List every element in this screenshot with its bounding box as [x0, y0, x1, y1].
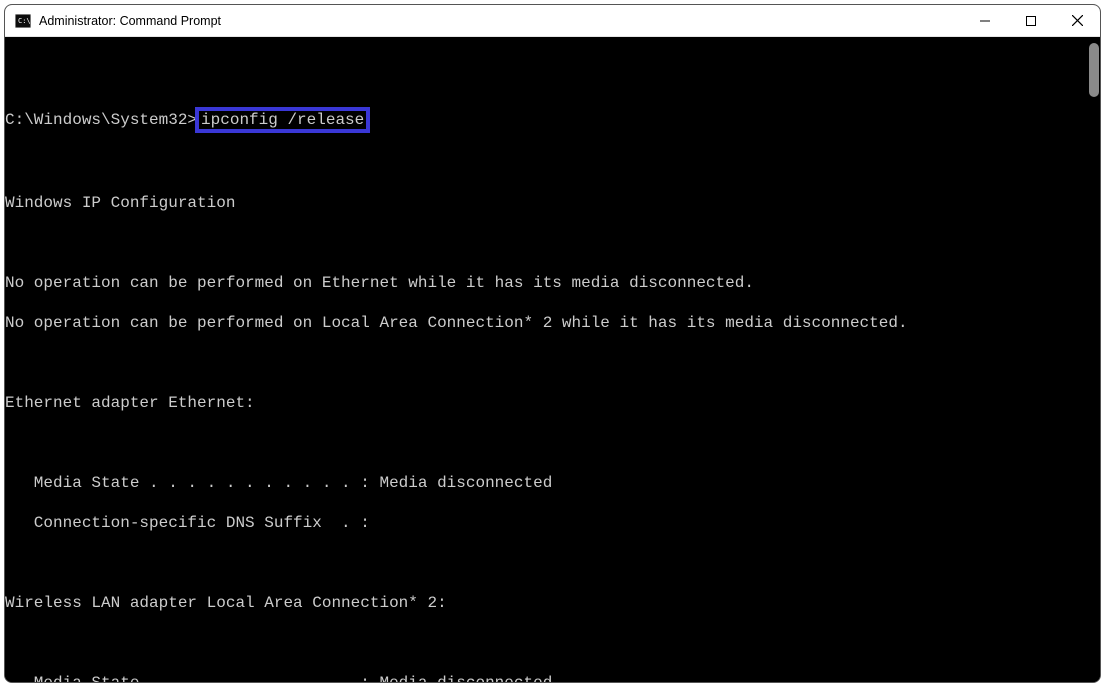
svg-text:C:\: C:\ [18, 17, 31, 25]
output-header: Windows IP Configuration [5, 193, 1088, 213]
output-noop-1: No operation can be performed on Etherne… [5, 273, 1088, 293]
blank-line [5, 67, 1088, 87]
blank-line [5, 353, 1088, 373]
blank-line [5, 633, 1088, 653]
scrollbar[interactable] [1088, 37, 1100, 682]
terminal-content[interactable]: C:\Windows\System32>ipconfig /release Wi… [5, 37, 1088, 682]
cmd-icon: C:\ [15, 13, 31, 29]
prompt-path: C:\Windows\System32> [5, 111, 197, 129]
blank-line [5, 153, 1088, 173]
adapter-title-eth: Ethernet adapter Ethernet: [5, 393, 1088, 413]
close-button[interactable] [1054, 5, 1100, 36]
window-controls [962, 5, 1100, 36]
command-prompt-window: C:\ Administrator: Command Prompt C:\Win… [4, 4, 1101, 683]
adapter-media-eth: Media State . . . . . . . . . . . : Medi… [5, 473, 1088, 493]
adapter-dns-eth: Connection-specific DNS Suffix . : [5, 513, 1088, 533]
window-title: Administrator: Command Prompt [39, 14, 962, 28]
blank-line [5, 553, 1088, 573]
prompt-line-1: C:\Windows\System32>ipconfig /release [5, 107, 1088, 133]
blank-line [5, 233, 1088, 253]
titlebar[interactable]: C:\ Administrator: Command Prompt [5, 5, 1100, 37]
scrollbar-thumb[interactable] [1089, 43, 1099, 97]
adapter-title-lac2: Wireless LAN adapter Local Area Connecti… [5, 593, 1088, 613]
minimize-button[interactable] [962, 5, 1008, 36]
highlighted-command-1: ipconfig /release [195, 107, 370, 133]
maximize-button[interactable] [1008, 5, 1054, 36]
terminal-area[interactable]: C:\Windows\System32>ipconfig /release Wi… [5, 37, 1100, 682]
output-noop-2: No operation can be performed on Local A… [5, 313, 1088, 333]
adapter-media-lac2: Media State . . . . . . . . . . . : Medi… [5, 673, 1088, 682]
blank-line [5, 433, 1088, 453]
